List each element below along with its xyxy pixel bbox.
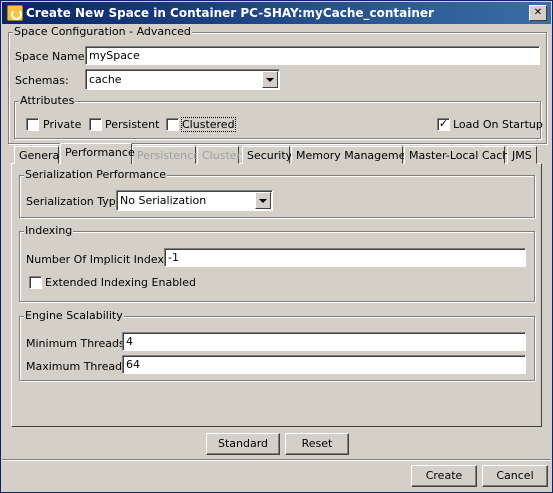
load-on-startup-checkbox[interactable]: ✓ bbox=[437, 118, 450, 131]
serialization-legend: Serialization Performance bbox=[24, 168, 167, 181]
group-legend: Space Configuration - Advanced bbox=[13, 25, 192, 38]
attributes-legend: Attributes bbox=[19, 94, 76, 107]
clustered-checkbox[interactable] bbox=[166, 118, 179, 131]
implicit-indexes-label: Number Of Implicit Indexes: bbox=[26, 253, 180, 266]
serialization-type-select[interactable]: No Serialization bbox=[116, 190, 273, 211]
chevron-down-icon[interactable] bbox=[255, 192, 271, 209]
divider bbox=[2, 459, 551, 461]
chevron-down-icon[interactable] bbox=[262, 71, 278, 88]
window-title: Create New Space in Container PC-SHAY:my… bbox=[26, 6, 434, 20]
private-checkbox[interactable] bbox=[26, 118, 39, 131]
cancel-button[interactable]: Cancel bbox=[482, 465, 548, 487]
title-bar[interactable]: Create New Space in Container PC-SHAY:my… bbox=[2, 2, 551, 24]
minimum-threads-input[interactable]: 4 bbox=[122, 332, 526, 351]
reset-button[interactable]: Reset bbox=[285, 433, 349, 455]
extended-indexing-checkbox[interactable] bbox=[29, 276, 42, 289]
tab-jms[interactable]: JMS bbox=[507, 146, 537, 164]
tab-master-local-cache[interactable]: Master-Local Cache bbox=[404, 146, 516, 164]
minimum-threads-label: Minimum Threads: bbox=[26, 337, 129, 350]
extended-indexing-label: Extended Indexing Enabled bbox=[45, 276, 196, 289]
tab-persistence[interactable]: Persistence bbox=[132, 146, 200, 164]
load-on-startup-label: Load On Startup bbox=[453, 118, 543, 131]
close-icon[interactable]: ✕ bbox=[529, 5, 547, 21]
serialization-type-label: Serialization Type: bbox=[26, 195, 127, 208]
private-label: Private bbox=[43, 118, 82, 131]
app-icon bbox=[7, 5, 23, 21]
schemas-select[interactable]: cache bbox=[85, 69, 280, 90]
persistent-label: Persistent bbox=[105, 118, 160, 131]
tab-cluster[interactable]: Cluster bbox=[197, 146, 241, 164]
dialog-window: Create New Space in Container PC-SHAY:my… bbox=[0, 0, 553, 493]
maximum-threads-label: Maximum Threads: bbox=[26, 360, 132, 373]
clustered-label: Clustered bbox=[181, 117, 236, 132]
space-name-label: Space Name: bbox=[15, 50, 89, 63]
persistent-checkbox[interactable] bbox=[89, 118, 102, 131]
maximum-threads-input[interactable]: 64 bbox=[122, 355, 526, 374]
create-button[interactable]: Create bbox=[411, 465, 477, 487]
indexing-legend: Indexing bbox=[24, 224, 74, 237]
space-name-input[interactable]: mySpace bbox=[85, 46, 540, 65]
schemas-selected: cache bbox=[89, 73, 122, 86]
tab-performance[interactable]: Performance bbox=[60, 143, 135, 164]
serialization-type-selected: No Serialization bbox=[120, 194, 207, 207]
implicit-indexes-input[interactable]: -1 bbox=[164, 248, 526, 267]
tab-memory-management[interactable]: Memory Management bbox=[291, 146, 417, 164]
tab-security[interactable]: Security bbox=[242, 146, 292, 164]
scalability-legend: Engine Scalability bbox=[24, 309, 124, 322]
tab-general[interactable]: General bbox=[14, 146, 62, 164]
standard-button[interactable]: Standard bbox=[206, 433, 280, 455]
schemas-label: Schemas: bbox=[15, 74, 69, 87]
